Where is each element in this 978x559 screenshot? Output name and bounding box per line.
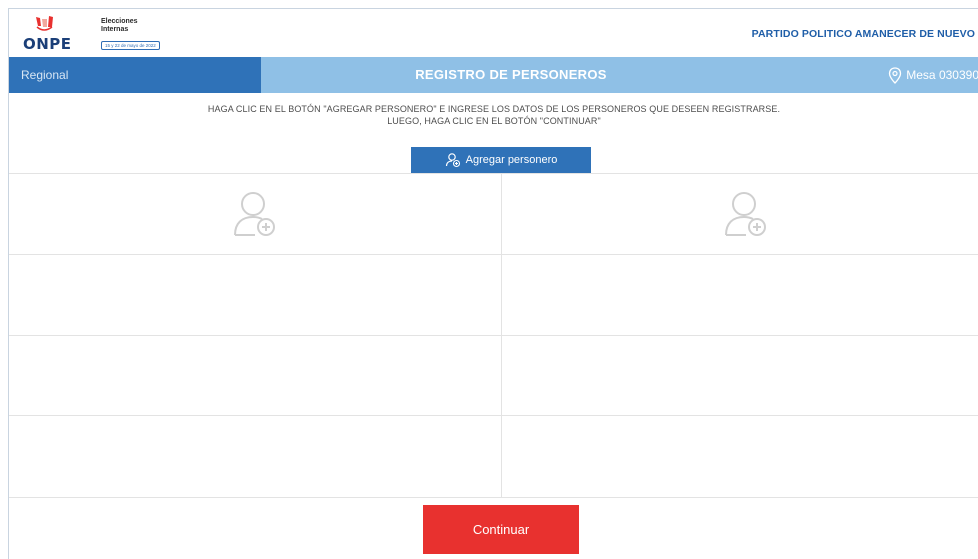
grid-divider-row-1	[9, 254, 978, 255]
app-frame: ONPE Elecciones Internas 15 y 22 de mayo…	[8, 8, 978, 559]
grid-divider-row-2	[9, 335, 978, 336]
location-pin-icon	[889, 67, 902, 84]
instructions-text: HAGA CLIC EN EL BOTÓN "AGREGAR PERSONERO…	[9, 103, 978, 127]
page-title: REGISTRO DE PERSONEROS	[415, 67, 607, 82]
nav-bar: Regional REGISTRO DE PERSONEROS Mesa 030…	[9, 57, 978, 93]
instructions-line1: HAGA CLIC EN EL BOTÓN "AGREGAR PERSONERO…	[207, 104, 781, 114]
logo-wordmark: ONPE	[23, 35, 72, 53]
top-bar: ONPE Elecciones Internas 15 y 22 de mayo…	[9, 9, 978, 57]
mesa-label: Mesa 030390	[906, 68, 978, 82]
election-title-line2: Internas	[101, 26, 129, 33]
add-personero-label: Agregar personero	[465, 154, 558, 166]
region-tab[interactable]: Regional	[9, 57, 261, 93]
personero-slot-left[interactable]	[231, 184, 281, 244]
election-title-line1: Elecciones	[101, 18, 138, 25]
election-date-badge: 15 y 22 de mayo de 2022	[101, 41, 160, 50]
personero-slot-right[interactable]	[722, 184, 772, 244]
grid-divider-vertical	[501, 174, 502, 498]
hand-icon	[36, 16, 53, 31]
grid-divider-row-3	[9, 415, 978, 416]
onpe-logo: ONPE Elecciones Internas 15 y 22 de mayo…	[21, 15, 171, 55]
instructions-line2: LUEGO, HAGA CLIC EN EL BOTÓN "CONTINUAR"	[387, 116, 601, 126]
add-personero-button[interactable]: Agregar personero	[411, 147, 591, 173]
continue-label: Continuar	[472, 522, 530, 537]
party-name: PARTIDO POLITICO AMANECER DE NUEVO	[751, 28, 975, 40]
mesa-indicator: Mesa 030390	[888, 57, 978, 93]
continue-button[interactable]: Continuar	[423, 505, 579, 554]
add-user-icon	[725, 192, 766, 236]
add-user-icon	[234, 192, 275, 236]
add-user-icon	[445, 153, 460, 168]
election-title: Elecciones Internas	[101, 18, 138, 34]
footer-divider	[9, 497, 978, 498]
personero-grid	[9, 173, 978, 498]
